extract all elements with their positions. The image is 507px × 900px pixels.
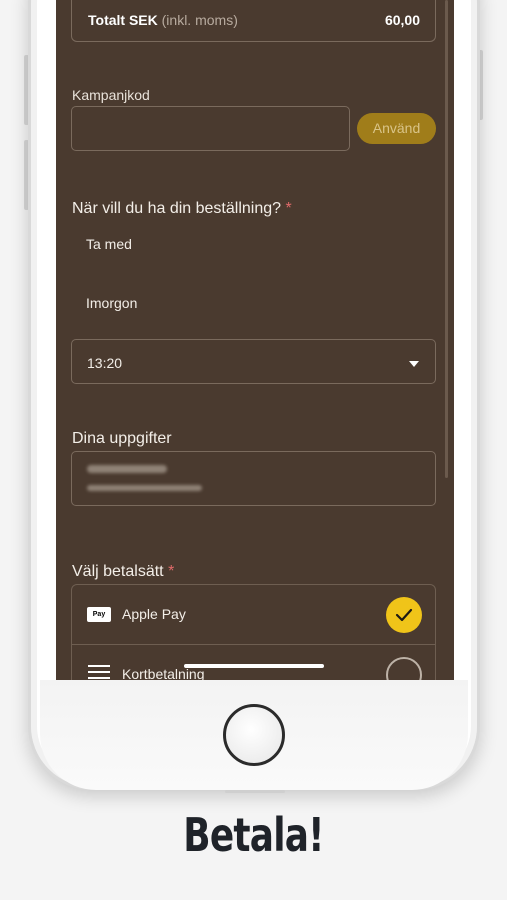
required-mark: * [285,200,292,217]
apple-pay-icon: Pay [87,607,111,622]
total-value: 60,00 [384,12,420,28]
apply-code-button[interactable]: Använd [357,113,436,144]
payment-method-title: Välj betalsätt * [72,563,174,581]
payment-method-title-text: Välj betalsätt [72,563,164,580]
home-indicator [184,664,324,668]
time-select-value: 13:20 [87,355,123,371]
customer-details-box[interactable] [71,451,436,506]
total-vat-note: (inkl. moms) [161,12,238,28]
selected-check-icon[interactable] [386,597,422,633]
time-select[interactable]: 13:20 [71,339,436,384]
order-time-question: När vill du ha din beställning? * [72,200,292,218]
caption-title: Betala! [183,808,324,862]
divider [72,644,435,645]
home-button[interactable] [223,704,285,766]
payment-option-label: Kortbetalning [122,666,205,680]
payment-option-label: Apple Pay [122,606,186,622]
total-label: Totalt SEK (inkl. moms) [88,12,238,28]
order-mode-option[interactable]: Ta med [86,236,132,252]
stage: Totalt SEK (inkl. moms) 60,00 Kampanjkod… [0,0,507,900]
your-details-title: Dina uppgifter [72,430,172,447]
campaign-code-label: Kampanjkod [72,87,150,103]
order-day-option[interactable]: Imorgon [86,295,137,311]
campaign-code-input[interactable] [71,106,350,151]
phone-bottom-edge [225,790,285,793]
customer-email-redacted [87,485,202,491]
radio-unselected-icon[interactable] [386,657,422,680]
total-label-text: Totalt SEK [88,12,158,28]
app-screen: Totalt SEK (inkl. moms) 60,00 Kampanjkod… [56,0,454,680]
order-time-question-text: När vill du ha din beställning? [72,200,282,217]
scrollbar[interactable] [445,0,448,478]
caret-down-icon [409,361,419,367]
customer-name-redacted [87,465,167,473]
required-mark: * [168,563,175,580]
order-total-box: Totalt SEK (inkl. moms) 60,00 [71,0,436,42]
card-icon [88,665,110,679]
